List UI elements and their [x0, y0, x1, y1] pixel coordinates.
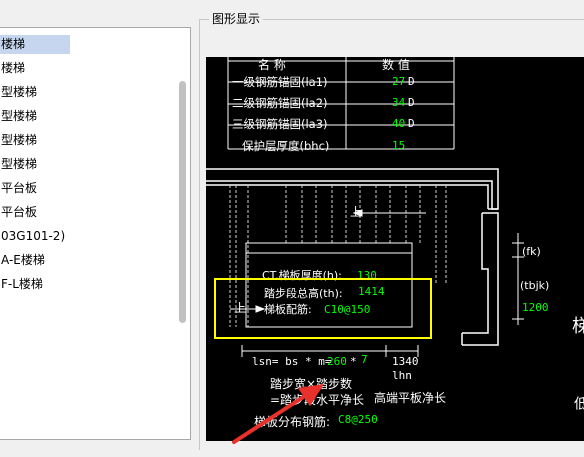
- high-end-label: 高端平板净长: [374, 390, 446, 405]
- up-label-bottom: 上: [234, 301, 246, 315]
- tree-item-1[interactable]: 楼梯: [0, 59, 25, 78]
- table-row-unit: D: [408, 75, 415, 88]
- lsn-result: 1340: [392, 355, 419, 368]
- up-label-top: 上: [350, 205, 362, 219]
- lsn-value-1: 260: [327, 355, 347, 368]
- component-tree[interactable]: 楼梯 楼梯 型楼梯 型楼梯 型楼梯 型楼梯 平台板 平台板 03G101-2) …: [0, 27, 191, 440]
- table-header-value: 数 值: [382, 57, 410, 72]
- table-row-value: 27: [392, 75, 405, 88]
- tree-item-3[interactable]: 型楼梯: [0, 107, 37, 126]
- group-title: 图形显示: [209, 11, 264, 27]
- tree-item-10[interactable]: F-L楼梯: [0, 275, 43, 294]
- tree-item-9[interactable]: A-E楼梯: [0, 251, 45, 270]
- table-row-value: 34: [392, 96, 406, 109]
- red-arrow-icon: [232, 384, 324, 444]
- table-row-value: 40: [392, 117, 405, 130]
- tree-item-0[interactable]: 楼梯: [0, 35, 70, 54]
- tree-scrollbar-thumb[interactable]: [179, 81, 186, 323]
- tree-item-8[interactable]: 03G101-2): [0, 227, 65, 246]
- table-row-name: 三级钢筋锚固(la3): [232, 117, 328, 131]
- tree-item-4[interactable]: 型楼梯: [0, 131, 37, 150]
- table-row-value: 15: [392, 139, 405, 152]
- step-height-label: 踏步段总高(th):: [264, 286, 343, 300]
- slab-rebar-value: C10@150: [324, 303, 370, 316]
- table-row-name: 二级钢筋锚固(la2): [232, 96, 328, 110]
- lsn-value-2: 7: [361, 353, 368, 366]
- table-row-name: 一级钢筋锚固(la1): [232, 75, 328, 89]
- table-header-name: 名 称: [258, 57, 286, 72]
- step-height-value: 1414: [358, 285, 385, 298]
- tree-item-7[interactable]: 平台板: [0, 203, 37, 222]
- tree-item-5[interactable]: 型楼梯: [0, 155, 37, 174]
- stair-outline: [206, 168, 499, 346]
- table-row-unit: D: [408, 117, 415, 130]
- fk-label: (fk): [522, 245, 541, 258]
- table-row-unit: D: [408, 96, 415, 109]
- dist-rebar-value: C8@250: [338, 413, 378, 426]
- lsn-label: lsn= bs * m=: [252, 355, 332, 368]
- lhn-label: lhn: [392, 369, 412, 382]
- edge-text-2: 低: [574, 397, 584, 413]
- tbjk-label: (tbjk): [520, 279, 549, 292]
- slab-rebar-label: 梯板配筋:: [264, 302, 312, 316]
- tree-item-6[interactable]: 平台板: [0, 179, 37, 198]
- tree-item-2[interactable]: 型楼梯: [0, 83, 37, 102]
- slab-thickness-value: 130: [357, 269, 377, 282]
- table-row-name: 保护层厚度(bhc): [242, 139, 329, 153]
- tbjk-value: 1200: [522, 301, 549, 314]
- edge-text-1: 梯: [572, 316, 584, 337]
- lsn-star: *: [350, 355, 357, 368]
